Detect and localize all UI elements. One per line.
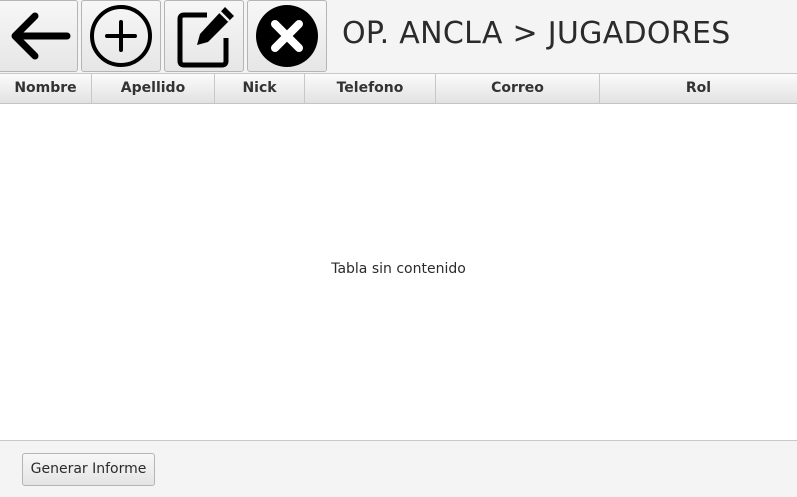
- back-button[interactable]: [0, 0, 78, 72]
- x-circle-icon: [256, 5, 318, 67]
- page-title: OP. ANCLA > JUGADORES: [342, 16, 731, 51]
- toolbar: OP. ANCLA > JUGADORES: [0, 0, 797, 73]
- table-header: Nombre Apellido Nick Telefono Correo Rol: [0, 74, 797, 104]
- generate-report-button[interactable]: Generar Informe: [22, 453, 155, 486]
- plus-circle-icon: [90, 5, 152, 67]
- app-window: OP. ANCLA > JUGADORES Nombre Apellido Ni…: [0, 0, 797, 497]
- players-table[interactable]: Nombre Apellido Nick Telefono Correo Rol…: [0, 73, 797, 441]
- delete-button[interactable]: [247, 0, 327, 72]
- arrow-left-icon: [11, 12, 71, 60]
- column-header-nombre[interactable]: Nombre: [0, 74, 92, 103]
- column-header-nick[interactable]: Nick: [215, 74, 305, 103]
- column-header-rol[interactable]: Rol: [600, 74, 797, 103]
- column-header-telefono[interactable]: Telefono: [305, 74, 436, 103]
- edit-icon: [177, 7, 234, 68]
- empty-table-message: Tabla sin contenido: [331, 261, 466, 277]
- column-header-apellido[interactable]: Apellido: [92, 74, 215, 103]
- add-button[interactable]: [81, 0, 161, 72]
- column-header-correo[interactable]: Correo: [436, 74, 600, 103]
- edit-button[interactable]: [164, 0, 244, 72]
